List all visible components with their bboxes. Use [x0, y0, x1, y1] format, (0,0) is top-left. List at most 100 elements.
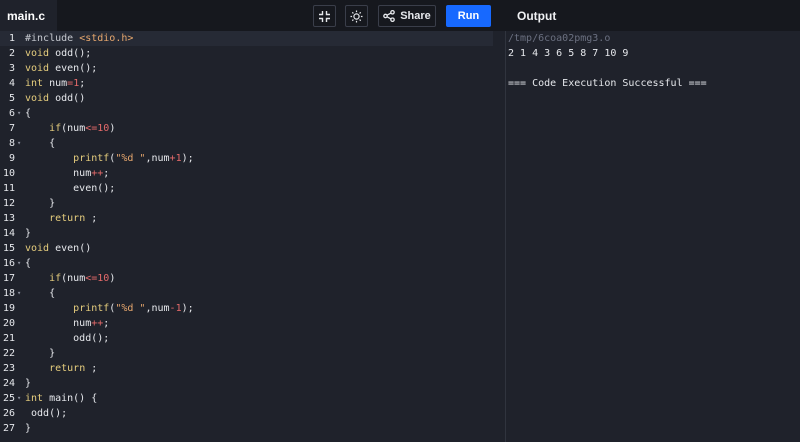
line-number: 12 [2, 198, 15, 209]
code-line[interactable]: 12 } [0, 196, 493, 211]
code-text: num++; [25, 168, 110, 179]
code-text: return ; [49, 213, 98, 224]
file-tab-main-c[interactable]: main.c [0, 0, 58, 31]
code-text: odd(); [25, 333, 110, 344]
theme-toggle-button[interactable] [345, 5, 368, 27]
code-line[interactable]: 26 odd(); [0, 406, 493, 421]
code-text: } [25, 378, 32, 389]
code-text: odd(); [25, 408, 68, 419]
code-text: void even(); [25, 63, 98, 74]
code-line[interactable]: 10 num++; [0, 166, 493, 181]
fold-toggle-icon[interactable]: ▾ [17, 256, 21, 271]
code-text: if(num<=10) [49, 123, 116, 134]
compress-icon [318, 10, 331, 23]
line-number: 2 [8, 48, 15, 59]
line-number: 17 [2, 273, 15, 284]
sun-icon [350, 10, 363, 23]
line-number: 22 [2, 348, 15, 359]
output-title: Output [517, 8, 557, 23]
code-line[interactable]: 19 printf("%d ",num-1); [0, 301, 493, 316]
code-line[interactable]: 25 ▾ int main() { [0, 391, 493, 406]
output-line: 2 1 4 3 6 5 8 7 10 9 [508, 48, 629, 59]
line-number: 11 [2, 183, 15, 194]
line-number: 3 [8, 63, 15, 74]
code-text: #include <stdio.h> [25, 33, 134, 44]
line-number: 8 [8, 138, 15, 149]
line-number: 25 [2, 393, 15, 404]
code-line[interactable]: 11 even(); [0, 181, 493, 196]
line-number: 26 [2, 408, 15, 419]
line-number: 16 [2, 258, 15, 269]
fold-toggle-icon[interactable]: ▾ [17, 286, 21, 301]
code-text: } [25, 423, 32, 434]
code-text: void odd() [25, 93, 86, 104]
code-text: int main() { [25, 393, 98, 404]
code-line[interactable]: 7 if(num<=10) [0, 121, 493, 136]
code-line[interactable]: 22 } [0, 346, 493, 361]
code-editor[interactable]: 1 #include <stdio.h> 2 void odd(); 3 void eve… [0, 31, 505, 442]
code-line[interactable]: 17 if(num<=10) [0, 271, 493, 286]
code-text: int num=1; [25, 78, 86, 89]
code-line[interactable]: 3 void even(); [0, 61, 493, 76]
code-line[interactable]: 18 ▾ { [0, 286, 493, 301]
code-text: even(); [25, 183, 116, 194]
code-line[interactable]: 15 void even() [0, 241, 493, 256]
line-number: 18 [2, 288, 15, 299]
line-number: 14 [2, 228, 15, 239]
code-text: return ; [49, 363, 98, 374]
code-line[interactable]: 8 ▾ { [0, 136, 493, 151]
code-line[interactable]: 21 odd(); [0, 331, 493, 346]
line-number: 24 [2, 378, 15, 389]
code-text: { [25, 258, 32, 269]
line-number: 15 [2, 243, 15, 254]
line-number: 7 [8, 123, 15, 134]
run-button[interactable]: Run [446, 5, 491, 27]
code-line[interactable]: 20 num++; [0, 316, 493, 331]
code-text: printf("%d ",num+1); [73, 153, 194, 164]
minimize-button[interactable] [313, 5, 336, 27]
code-line[interactable]: 23 return ; [0, 361, 493, 376]
code-line[interactable]: 2 void odd(); [0, 46, 493, 61]
code-line[interactable]: 27} [0, 421, 493, 436]
code-text: void even() [25, 243, 92, 254]
line-number: 20 [2, 318, 15, 329]
output-line: === Code Execution Successful === [508, 78, 707, 89]
top-bar: main.c Share Run Output [0, 0, 800, 31]
fold-toggle-icon[interactable]: ▾ [17, 106, 21, 121]
code-line[interactable]: 5 void odd() [0, 91, 493, 106]
code-text: } [25, 228, 32, 239]
code-text: } [25, 348, 56, 359]
code-line[interactable]: 6 ▾ { [0, 106, 493, 121]
share-nodes-icon [383, 10, 396, 22]
code-text: printf("%d ",num-1); [73, 303, 194, 314]
line-number: 21 [2, 333, 15, 344]
fold-toggle-icon[interactable]: ▾ [17, 136, 21, 151]
share-button[interactable]: Share [378, 5, 436, 27]
line-number: 23 [2, 363, 15, 374]
code-line[interactable]: 1 #include <stdio.h> [0, 31, 493, 46]
fold-toggle-icon[interactable]: ▾ [17, 391, 21, 406]
output-path: /tmp/6coa02pmg3.o [508, 33, 611, 44]
line-number: 4 [8, 78, 15, 89]
line-number: 1 [8, 33, 15, 44]
code-text: void odd(); [25, 48, 92, 59]
line-number: 6 [8, 108, 15, 119]
code-line[interactable]: 14} [0, 226, 493, 241]
code-text: } [25, 198, 56, 209]
code-text: { [25, 108, 32, 119]
line-number: 5 [8, 93, 15, 104]
output-panel: /tmp/6coa02pmg3.o 2 1 4 3 6 5 8 7 10 9 ===… [506, 31, 800, 442]
code-text: { [25, 138, 56, 149]
code-text: num++; [25, 318, 110, 329]
code-line[interactable]: 16 ▾ { [0, 256, 493, 271]
code-line[interactable]: 4 int num=1; [0, 76, 493, 91]
code-line[interactable]: 13 return ; [0, 211, 493, 226]
share-label: Share [400, 10, 431, 22]
line-number: 13 [2, 213, 15, 224]
line-number: 27 [2, 423, 15, 434]
line-number: 9 [8, 153, 15, 164]
code-line[interactable]: 24} [0, 376, 493, 391]
code-line[interactable]: 9 printf("%d ",num+1); [0, 151, 493, 166]
line-number: 10 [2, 168, 15, 179]
code-text: { [25, 288, 56, 299]
